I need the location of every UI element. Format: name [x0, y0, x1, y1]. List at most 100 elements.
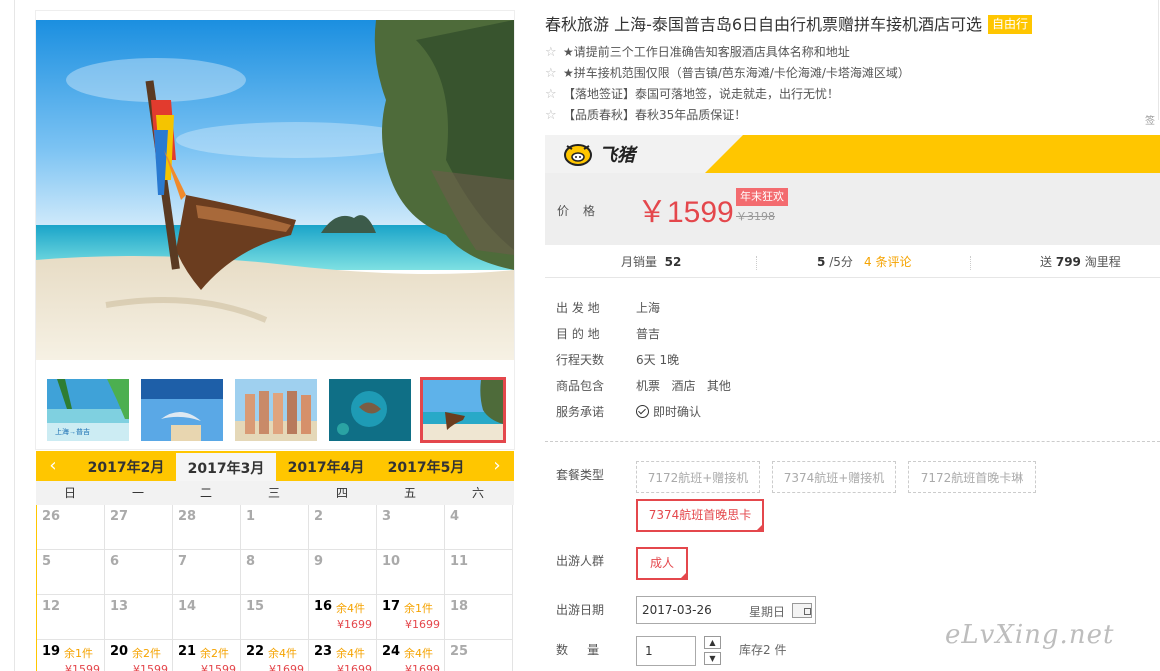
- departure-date-label: 出游日期: [556, 603, 605, 617]
- calendar-day-cell: 26: [37, 505, 105, 550]
- calendar-day-cell[interactable]: 24 余4件 ¥1699: [377, 640, 445, 671]
- day-price: ¥1699: [405, 618, 440, 631]
- calendar-day-cell: 10: [377, 550, 445, 595]
- product-title: 春秋旅游 上海-泰国普吉岛6日自由行机票赠拼车接机酒店可选 自由行: [545, 11, 1033, 35]
- day-number: 2: [314, 509, 324, 524]
- chevron-right-icon[interactable]: ›: [488, 455, 506, 477]
- day-stock-left: 余4件: [336, 602, 365, 615]
- day-stock-left: 余4件: [268, 647, 297, 660]
- departure-weekday: 星期日: [749, 605, 786, 619]
- weekday-sun: 日: [63, 486, 76, 500]
- calendar-day-cell[interactable]: 20 余2件 ¥1599: [105, 640, 173, 671]
- thumbnail-4[interactable]: [329, 379, 411, 441]
- calendar-weekday-header: 日 一 二 三 四 五 六: [36, 481, 514, 505]
- calendar-day-cell: 3: [377, 505, 445, 550]
- weekday-mon: 一: [131, 486, 144, 500]
- chevron-left-icon[interactable]: ‹: [44, 455, 62, 477]
- calendar-day-cell[interactable]: 23 余4件 ¥1699: [309, 640, 377, 671]
- thumbnail-2[interactable]: [141, 379, 223, 441]
- day-number: 9: [314, 554, 324, 569]
- review-count-link[interactable]: 4 条评论: [864, 253, 911, 271]
- calendar-day-cell[interactable]: 22 余4件 ¥1699: [241, 640, 309, 671]
- departure-date-picker[interactable]: 2017-03-26 星期日: [636, 596, 816, 624]
- package-label: 套餐类型: [556, 468, 605, 482]
- package-option-2[interactable]: 7374航班+赠接机: [772, 461, 896, 493]
- day-number: 8: [246, 554, 256, 569]
- calendar-day-cell: 6: [105, 550, 173, 595]
- quantity-increase-button[interactable]: ▲: [704, 636, 721, 649]
- weekday-fri: 五: [403, 486, 416, 500]
- day-number: 14: [178, 599, 197, 614]
- day-number: 12: [42, 599, 61, 614]
- day-number: 27: [110, 509, 129, 524]
- calendar-day-cell: 11: [445, 550, 513, 595]
- brand-name: 飞猪: [599, 145, 635, 166]
- day-number: 5: [42, 554, 52, 569]
- day-number: 28: [178, 509, 197, 524]
- package-option-4-selected[interactable]: 7374航班首晚思卡: [636, 499, 764, 532]
- day-price: ¥1599: [133, 663, 168, 671]
- site-watermark: eLvXing.net: [945, 620, 1115, 650]
- monthly-sales: 月销量 52: [621, 255, 682, 269]
- calendar-day-cell[interactable]: 19 余1件 ¥1599: [37, 640, 105, 671]
- promo-badge: 年末狂欢: [736, 188, 788, 206]
- truncated-edge-text: 签: [1145, 116, 1155, 127]
- calendar-day-cell[interactable]: 17 余1件 ¥1699: [377, 595, 445, 640]
- calendar-icon[interactable]: [792, 603, 812, 618]
- star-icon: ☆: [545, 66, 557, 81]
- calendar-day-cell: 5: [37, 550, 105, 595]
- star-icon: ☆: [545, 108, 557, 123]
- day-number: 3: [382, 509, 392, 524]
- package-option-3[interactable]: 7172航班首晚卡琳: [908, 461, 1036, 493]
- star-icon: ☆: [545, 87, 557, 102]
- calendar-month-tab-2-active[interactable]: 2017年3月: [176, 453, 276, 483]
- weekday-wed: 三: [267, 486, 280, 500]
- note-text: ★拼车接机范围仅限（普吉镇/芭东海滩/卡伦海滩/卡塔海滩区域）: [563, 66, 910, 80]
- sales-stats-bar: 月销量 52 5 /5分 4 条评论 送 799 淘里程: [545, 248, 1160, 278]
- day-number: 15: [246, 599, 265, 614]
- calendar-month-tab-3[interactable]: 2017年4月: [276, 451, 376, 481]
- quantity-input[interactable]: 1: [636, 636, 696, 666]
- calendar-day-grid: 26 27 28 1 2 3 4 5 6 7 8 9 10 11 12 13 14 15 16 余4件 ¥1699 17 余…: [36, 505, 514, 671]
- fliggy-brand-bar: 飞猪: [545, 135, 1160, 173]
- quantity-label: 数 量: [556, 643, 600, 657]
- day-number: 13: [110, 599, 129, 614]
- day-price: ¥1699: [405, 663, 440, 671]
- price-panel: 价格 ￥1599 年末狂欢 ￥3198: [545, 173, 1160, 245]
- note-item: ☆ 【品质春秋】春秋35年品质保证！: [545, 105, 1135, 126]
- day-number: 24: [382, 644, 401, 659]
- package-option-1[interactable]: 7172航班+赠接机: [636, 461, 760, 493]
- day-stock-left: 余4件: [404, 647, 433, 660]
- pig-logo-icon: [564, 144, 592, 166]
- product-title-text: 春秋旅游 上海-泰国普吉岛6日自由行机票赠拼车接机酒店可选: [545, 15, 983, 34]
- fliggy-logo[interactable]: 飞猪: [563, 142, 635, 166]
- calendar-day-cell: 12: [37, 595, 105, 640]
- day-number: 19: [42, 644, 61, 659]
- day-price: ¥1599: [201, 663, 236, 671]
- traveler-adult-selected[interactable]: 成人: [636, 547, 688, 580]
- day-number: 7: [178, 554, 188, 569]
- calendar-day-cell: 28: [173, 505, 241, 550]
- day-number: 26: [42, 509, 61, 524]
- calendar-day-cell[interactable]: 16 余4件 ¥1699: [309, 595, 377, 640]
- calendar-month-bar: ‹ 2017年2月 2017年3月 2017年4月 2017年5月 ›: [36, 451, 514, 483]
- day-number: 22: [246, 644, 265, 659]
- calendar-day-cell: 13: [105, 595, 173, 640]
- day-number: 21: [178, 644, 197, 659]
- calendar-day-cell[interactable]: 21 余2件 ¥1599: [173, 640, 241, 671]
- calendar-month-tab-4[interactable]: 2017年5月: [376, 451, 476, 481]
- day-stock-left: 余2件: [200, 647, 229, 660]
- weekday-thu: 四: [335, 486, 348, 500]
- calendar-day-cell: 25: [445, 640, 513, 671]
- day-number: 17: [382, 599, 401, 614]
- thumbnail-1-caption: 上海→普吉: [55, 427, 90, 436]
- quantity-decrease-button[interactable]: ▼: [704, 652, 721, 665]
- note-text: 【落地签证】泰国可落地签，说走就走，出行无忧！: [563, 87, 840, 101]
- thumbnail-5-active[interactable]: [420, 377, 506, 443]
- day-stock-left: 余2件: [132, 647, 161, 660]
- calendar-month-tab-1[interactable]: 2017年2月: [76, 451, 176, 481]
- note-text: 【品质春秋】春秋35年品质保证！: [563, 108, 747, 122]
- thumbnail-1[interactable]: 上海→普吉: [47, 379, 129, 441]
- thumbnail-3[interactable]: [235, 379, 317, 441]
- section-divider: [545, 441, 1160, 442]
